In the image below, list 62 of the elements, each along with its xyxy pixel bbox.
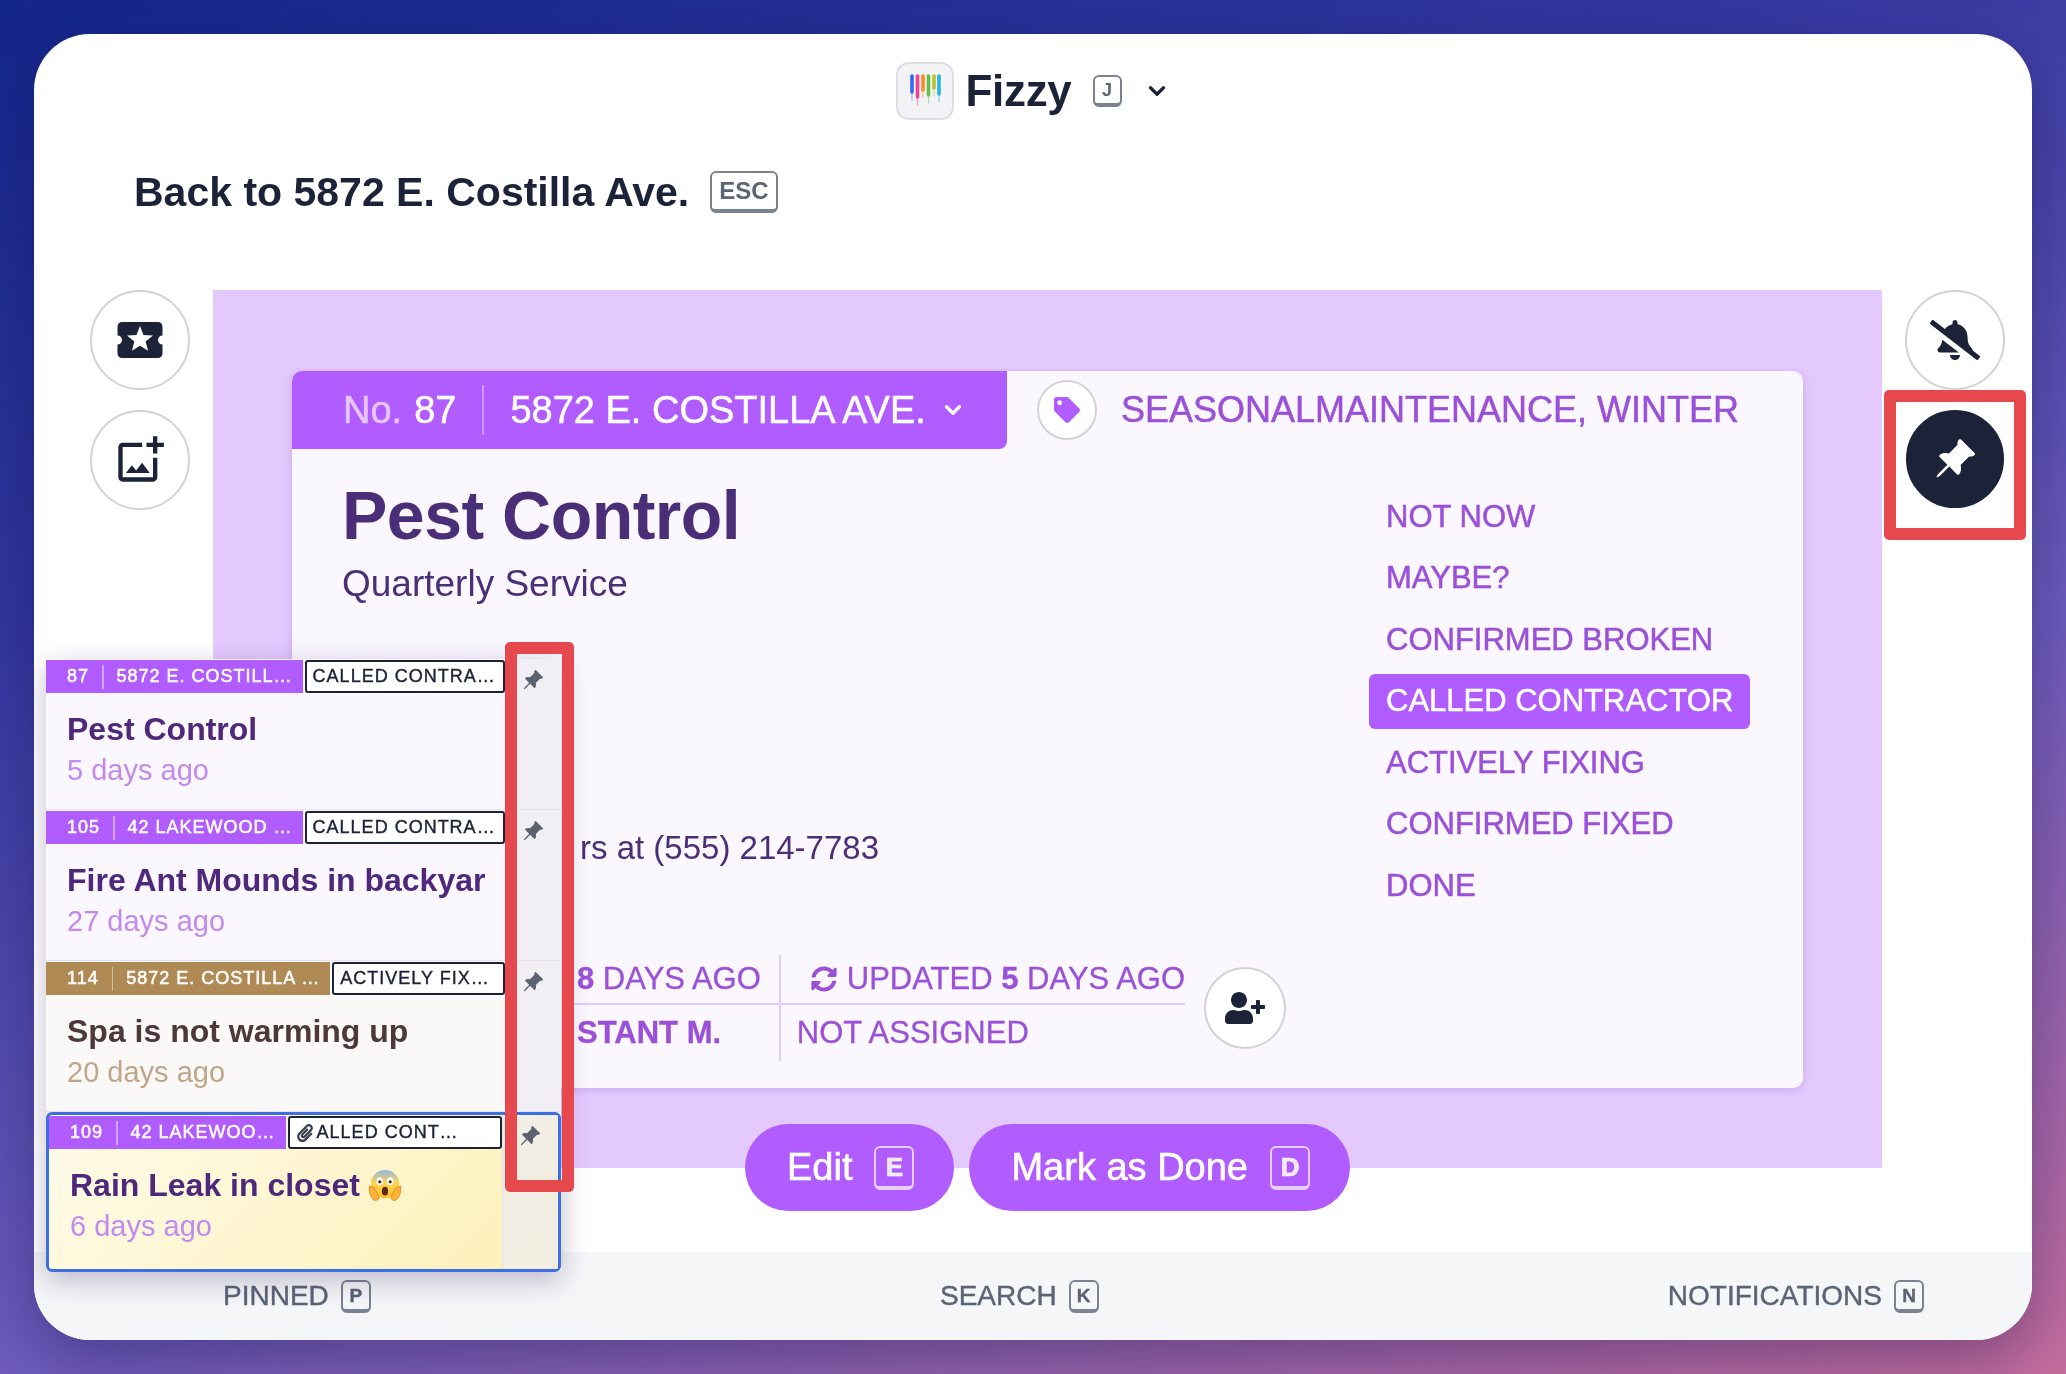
ticket-age: 5 days ago — [66, 753, 209, 788]
ticket-title: Rain Leak in closet — [70, 1166, 360, 1204]
app-name: Fizzy — [965, 66, 1072, 116]
created-date: 8 DAYS AGO — [577, 961, 761, 997]
shortcut-key: N — [1894, 1279, 1924, 1313]
ticket-number: 87 — [67, 666, 90, 687]
number-label: No. — [343, 388, 403, 432]
status-text: ALLED CONT… — [316, 1122, 459, 1143]
status-option[interactable]: NOT NOW — [1369, 489, 1553, 544]
shortcut-key: J — [1092, 75, 1122, 107]
ticket-location: 5872 E. COSTILL… — [116, 666, 293, 687]
status-option[interactable]: CALLED CONTRACTOR — [1369, 673, 1751, 729]
status-text: CALLED CONTRA… — [312, 666, 496, 687]
edit-button[interactable]: Edit E — [745, 1124, 955, 1211]
pin-icon — [521, 669, 544, 691]
ticket-age: 27 days ago — [66, 904, 225, 939]
footer-tab[interactable]: NOTIFICATIONS N — [1667, 1279, 1924, 1313]
tag-button[interactable] — [1037, 380, 1097, 440]
tag-list[interactable]: SEASONALMAINTENANCE, WINTER — [1121, 389, 1740, 431]
ticket-title: Spa is not warming up — [67, 1012, 409, 1050]
shortcut-key: ESC — [710, 171, 778, 213]
shortcut-key: K — [1068, 1279, 1099, 1313]
pin-icon — [518, 1125, 541, 1147]
refresh-icon — [810, 966, 837, 992]
ticket-age: 20 days ago — [66, 1055, 225, 1090]
creator-name: STANT M. — [577, 1015, 722, 1051]
card-subtitle: Quarterly Service — [342, 562, 628, 606]
shortcut-key: P — [340, 1279, 371, 1313]
status-option[interactable]: CONFIRMED FIXED — [1369, 796, 1691, 852]
app-logo — [896, 62, 955, 120]
shortcut-key: E — [874, 1145, 915, 1190]
back-link[interactable]: Back to 5872 E. Costilla Ave. — [134, 168, 690, 216]
tag-icon — [1054, 397, 1080, 423]
card-title: Pest Control — [342, 476, 741, 554]
footer-tab[interactable]: SEARCH K — [939, 1279, 1099, 1313]
ticket-title: Pest Control — [67, 710, 258, 748]
pinned-card[interactable]: 114 5872 E. COSTILLA … ACTIVELY FIX… Spa is not warming up 20 days ago — [46, 961, 561, 1112]
assignee-text: NOT ASSIGNED — [796, 1015, 1029, 1051]
status-text: ACTIVELY FIX… — [340, 968, 490, 989]
pin-icon — [521, 971, 544, 993]
status-option[interactable]: ACTIVELY FIXING — [1369, 735, 1662, 790]
ticket-number: 109 — [70, 1122, 104, 1143]
updated-date: UPDATED 5 DAYS AGO — [846, 961, 1186, 997]
ticket-age: 6 days ago — [69, 1209, 212, 1244]
shortcut-key: D — [1270, 1145, 1310, 1190]
card-number: 87 — [414, 388, 457, 432]
status-option[interactable]: DONE — [1369, 858, 1493, 913]
location-dropdown[interactable]: 5872 E. COSTILLA AVE. — [510, 388, 966, 432]
pin-icon — [521, 820, 544, 842]
footer-tab[interactable]: PINNED P — [223, 1279, 371, 1313]
card-description: rs at (555) 214-7783 — [580, 828, 879, 868]
ticket-number: 114 — [67, 968, 99, 989]
done-button[interactable]: Mark as Done D — [969, 1124, 1350, 1211]
pinned-card[interactable]: 109 42 LAKEWOO… ALLED CONT… Rain Leak in closet 6 days ago — [46, 1112, 561, 1272]
status-option[interactable]: CONFIRMED BROKEN — [1369, 612, 1731, 667]
ticket-location: 5872 E. COSTILLA … — [126, 968, 321, 989]
status-option[interactable]: MAYBE? — [1369, 550, 1527, 606]
status-text: CALLED CONTRA… — [312, 817, 496, 838]
ticket-number: 105 — [67, 817, 101, 838]
ticket-location: 42 LAKEWOOD … — [127, 817, 293, 838]
ticket-title: Fire Ant Mounds in backyar — [67, 861, 486, 899]
ticket-location: 42 LAKEWOO… — [130, 1122, 276, 1143]
